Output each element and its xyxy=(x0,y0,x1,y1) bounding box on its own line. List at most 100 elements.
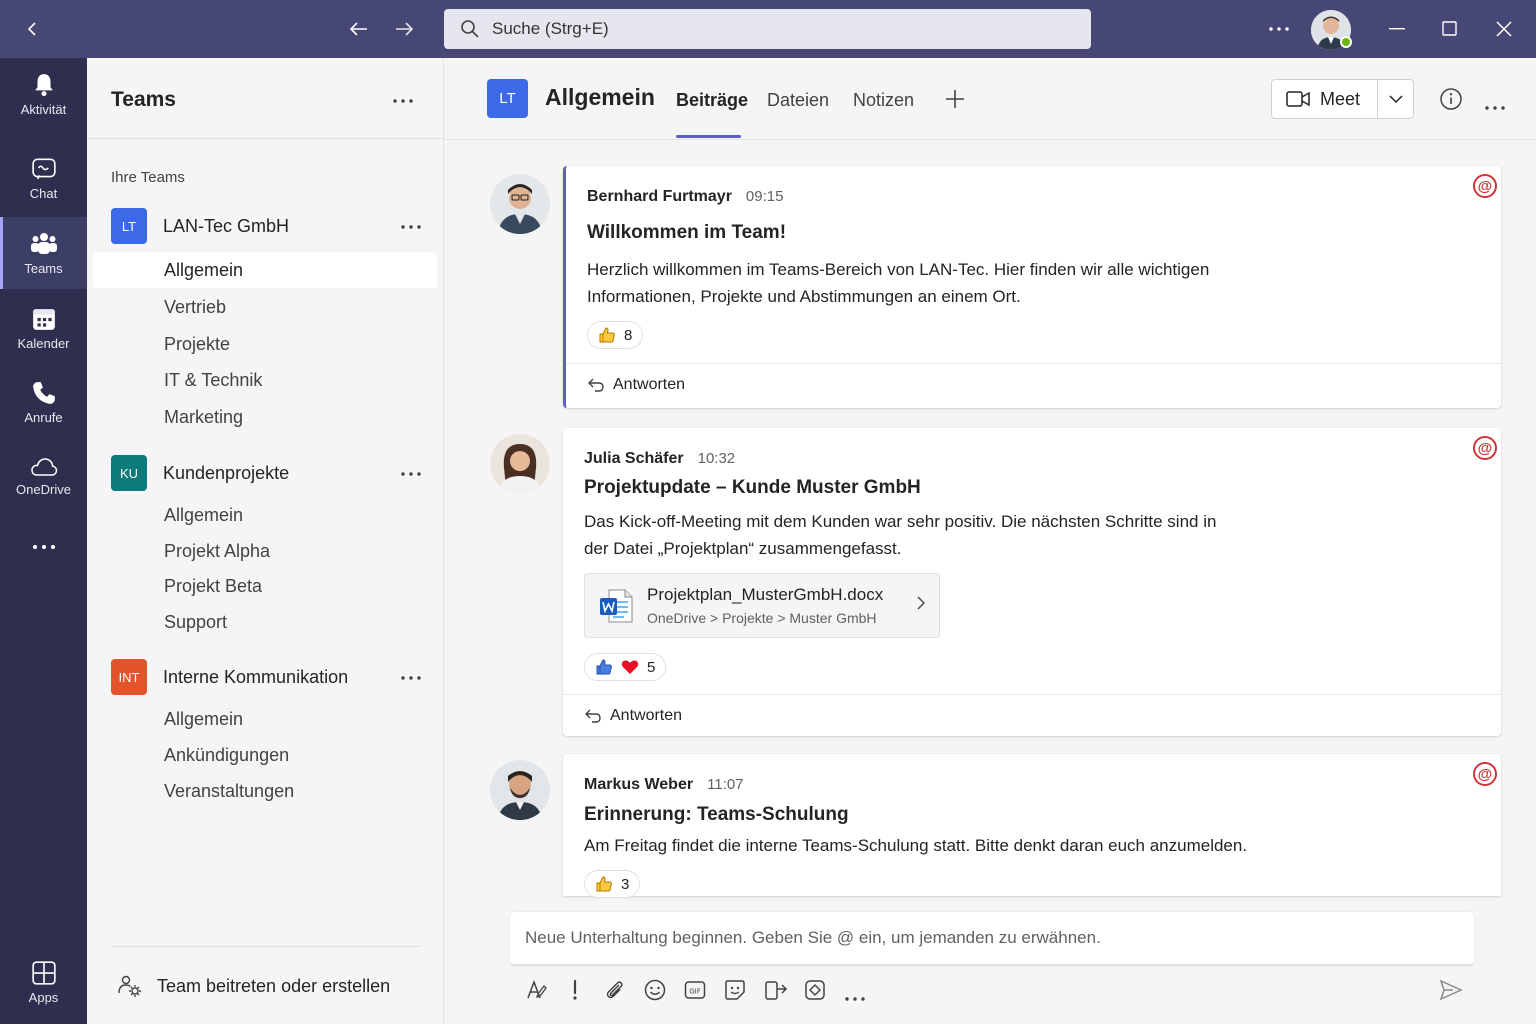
rail-item-chat[interactable]: Chat xyxy=(0,142,87,214)
tab-beitraege[interactable]: Beiträge xyxy=(676,90,748,111)
message-author[interactable]: Bernhard Furtmayr xyxy=(587,188,732,205)
rail-more-apps[interactable] xyxy=(0,513,87,585)
channel-item[interactable]: Allgemein xyxy=(164,709,243,730)
avatar[interactable] xyxy=(490,760,550,820)
search-icon xyxy=(461,20,479,38)
compose-box[interactable]: Neue Unterhaltung beginnen. Geben Sie @ … xyxy=(510,912,1474,966)
more-tools-icon[interactable] xyxy=(845,988,865,1006)
team-more-icon[interactable] xyxy=(401,459,421,482)
reply-button[interactable]: Antworten xyxy=(587,376,685,394)
rail-item-aktivitaet[interactable]: Aktivität xyxy=(0,58,87,130)
mention-icon: @ xyxy=(1473,436,1497,460)
team-kundenprojekte[interactable]: KU Kundenprojekte xyxy=(111,453,421,493)
maximize-icon[interactable] xyxy=(1435,14,1465,44)
meet-button[interactable]: Meet xyxy=(1272,80,1378,118)
sidebar-more-icon[interactable] xyxy=(393,86,413,109)
message-body: Am Freitag findet die interne Teams-Schu… xyxy=(584,836,1248,855)
like-heart-reaction[interactable]: 5 xyxy=(584,653,667,681)
active-tab-indicator xyxy=(676,135,741,138)
emoji-icon[interactable] xyxy=(644,979,666,1006)
reply-label: Antworten xyxy=(610,707,683,724)
team-interne-kommunikation[interactable]: INT Interne Kommunikation xyxy=(111,657,421,697)
cloud-icon xyxy=(30,457,57,476)
online-status-dot xyxy=(1340,36,1352,48)
reply-button[interactable]: Antworten xyxy=(584,707,682,725)
message-card[interactable]: Julia Schäfer 10:32 @ Projektupdate – Kun… xyxy=(563,428,1501,736)
minimize-icon[interactable] xyxy=(1382,14,1412,44)
app-rail: Aktivität Chat Teams Kalender Anrufe One… xyxy=(0,58,87,1024)
more-dots-icon xyxy=(32,545,55,549)
channel-info-icon[interactable] xyxy=(1440,88,1462,115)
channel-item[interactable]: Allgemein xyxy=(164,505,243,526)
channel-item[interactable]: Marketing xyxy=(164,407,243,428)
avatar[interactable] xyxy=(490,174,550,234)
title-bar: Suche (Strg+E) xyxy=(0,0,1536,58)
meet-label: Meet xyxy=(1320,88,1361,109)
avatar[interactable] xyxy=(490,434,550,494)
channel-more-icon[interactable] xyxy=(1485,97,1505,115)
send-icon[interactable] xyxy=(1439,979,1463,1006)
channel-item[interactable]: Projekt Beta xyxy=(164,576,262,597)
tab-notizen[interactable]: Notizen xyxy=(853,90,914,111)
like-reaction[interactable]: 8 xyxy=(587,321,644,349)
word-document-icon xyxy=(599,588,633,629)
message-card[interactable]: Markus Weber 11:07 @ Erinnerung: Teams-Sc… xyxy=(563,754,1501,898)
divider xyxy=(87,138,444,139)
tab-dateien[interactable]: Dateien xyxy=(767,90,829,111)
forward-arrow-icon[interactable] xyxy=(389,14,419,44)
search-input[interactable]: Suche (Strg+E) xyxy=(444,9,1091,49)
file-name: Projektplan_MusterGmbH.docx xyxy=(647,585,884,604)
heart-icon xyxy=(621,660,639,674)
channel-item[interactable]: IT & Technik xyxy=(164,370,262,391)
team-lan-tec[interactable]: LT LAN-Tec GmbH xyxy=(111,206,421,246)
team-more-icon[interactable] xyxy=(401,212,421,235)
schedule-meeting-icon[interactable] xyxy=(764,979,788,1006)
channel-item[interactable]: Support xyxy=(164,612,227,633)
important-icon[interactable] xyxy=(569,979,581,1006)
message-author[interactable]: Markus Weber xyxy=(584,776,693,793)
more-options-icon[interactable] xyxy=(1264,14,1294,44)
reply-label: Antworten xyxy=(613,376,686,393)
format-icon[interactable] xyxy=(525,979,547,1006)
divider xyxy=(563,694,1501,695)
rail-item-apps[interactable]: Apps xyxy=(0,946,87,1018)
message-card[interactable]: Bernhard Furtmayr 09:15 @ Willkommen im T… xyxy=(563,166,1504,408)
rail-item-kalender[interactable]: Kalender xyxy=(0,292,87,364)
teams-sidebar: Teams Ihre Teams LT LAN-Tec GmbH Allgeme… xyxy=(87,58,444,1024)
reaction-count: 8 xyxy=(624,326,633,344)
channel-item[interactable]: Vertrieb xyxy=(164,297,226,318)
gif-icon[interactable]: GIF xyxy=(684,979,706,1006)
channel-item[interactable]: Projekt Alpha xyxy=(164,541,270,562)
sticker-icon[interactable] xyxy=(724,979,746,1006)
channel-item[interactable]: Projekte xyxy=(164,334,230,355)
channel-item[interactable]: Veranstaltungen xyxy=(164,781,294,802)
file-attachment[interactable]: Projektplan_MusterGmbH.docx OneDrive > P… xyxy=(584,573,940,638)
rail-item-teams[interactable]: Teams xyxy=(0,217,87,289)
channel-item[interactable]: Ankündigungen xyxy=(164,745,289,766)
chat-icon xyxy=(31,157,56,179)
channel-item[interactable]: Allgemein xyxy=(164,260,243,281)
meet-dropdown-chevron-icon[interactable] xyxy=(1378,95,1413,103)
file-path: OneDrive > Projekte > Muster GmbH xyxy=(647,610,877,626)
attach-icon[interactable] xyxy=(604,979,626,1006)
apps-icon xyxy=(31,960,56,985)
back-arrow-icon[interactable] xyxy=(344,14,374,44)
reaction-count: 3 xyxy=(621,875,630,893)
message-author[interactable]: Julia Schäfer xyxy=(584,450,684,467)
team-name: Interne Kommunikation xyxy=(163,666,349,687)
close-icon[interactable] xyxy=(1489,14,1519,44)
reaction-count: 5 xyxy=(647,658,656,676)
mention-icon: @ xyxy=(1473,174,1497,198)
loop-icon[interactable] xyxy=(804,979,826,1006)
channel-selected-highlight xyxy=(93,252,437,288)
team-more-icon[interactable] xyxy=(401,663,421,686)
join-create-team-button[interactable]: Team beitreten oder erstellen xyxy=(117,973,390,999)
rail-item-anrufe[interactable]: Anrufe xyxy=(0,366,87,438)
team-avatar: LT xyxy=(111,208,147,244)
channel-pane: LT Allgemein Beiträge Dateien Notizen Me… xyxy=(444,58,1536,1024)
rail-item-onedrive[interactable]: OneDrive xyxy=(0,440,87,512)
add-tab-icon[interactable] xyxy=(944,86,966,117)
teams-icon xyxy=(30,232,57,254)
back-chevron-icon[interactable] xyxy=(18,14,48,44)
like-reaction[interactable]: 3 xyxy=(584,870,641,898)
